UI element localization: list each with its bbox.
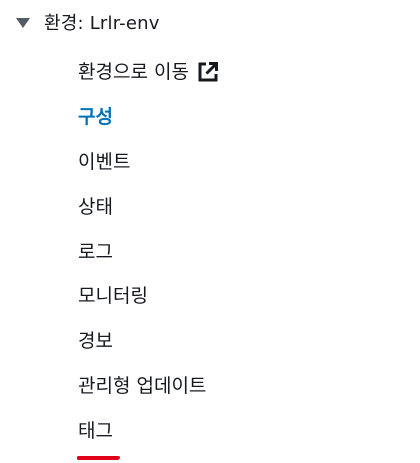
nav-item-monitoring[interactable]: 모니터링 bbox=[78, 274, 219, 319]
nav-item-label: 경보 bbox=[78, 330, 113, 353]
nav-item-logs[interactable]: 로그 bbox=[78, 229, 219, 460]
nav-item-go-to-environment[interactable]: 환경으로 이동 bbox=[78, 50, 219, 95]
nav-item-tags[interactable]: 태그 bbox=[78, 408, 219, 453]
nav-item-label: 태그 bbox=[78, 419, 113, 442]
nav-item-label: 이벤트 bbox=[78, 150, 131, 173]
caret-down-icon bbox=[16, 18, 30, 28]
nav-item-alarms[interactable]: 경보 bbox=[78, 319, 219, 364]
nav-item-label: 로그 bbox=[78, 240, 113, 263]
nav-item-label: 환경으로 이동 bbox=[78, 61, 189, 84]
nav-item-managed-updates[interactable]: 관리형 업데이트 bbox=[78, 364, 219, 409]
nav-item-label: 구성 bbox=[78, 106, 113, 129]
environment-toggle[interactable]: 환경: Lrlr-env bbox=[16, 8, 160, 36]
nav-item-label: 관리형 업데이트 bbox=[78, 374, 207, 397]
environment-title: 환경: Lrlr-env bbox=[44, 13, 160, 34]
highlight-underline bbox=[78, 456, 120, 460]
nav-item-label: 상태 bbox=[78, 195, 113, 218]
nav-item-health[interactable]: 상태 bbox=[77, 184, 219, 461]
nav-item-label: 모니터링 bbox=[78, 285, 148, 308]
external-link-icon bbox=[198, 62, 218, 82]
nav-item-events[interactable]: 이벤트 bbox=[78, 140, 219, 185]
environment-nav: 환경으로 이동 구성 이벤트 상태 로그 모니터링 경보 관리형 업데이트 태그 bbox=[77, 50, 219, 461]
nav-item-configuration[interactable]: 구성 bbox=[77, 95, 219, 460]
